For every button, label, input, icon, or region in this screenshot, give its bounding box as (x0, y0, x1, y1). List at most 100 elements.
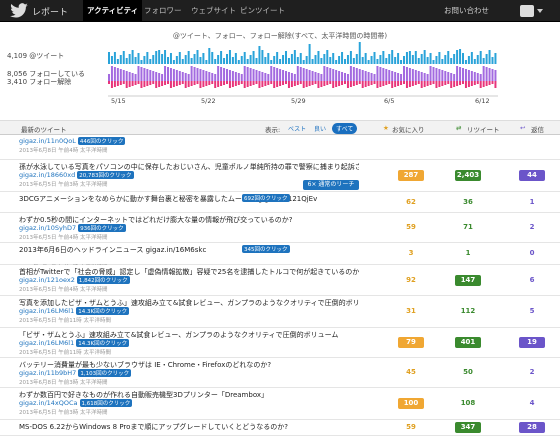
x-tick-label: 6/5 (384, 97, 395, 105)
unfollow-bar (143, 81, 146, 87)
table-row[interactable]: 「ビザ・ザムとうふ」速攻組み立て&試食レビュー、ガンプラのようなクオリティで圧倒… (0, 328, 560, 358)
table-row[interactable]: gigaz.in/11n0QoL 446回のクリック 2013年6月8日 午前4時 … (0, 135, 560, 160)
follow-bar (293, 74, 296, 81)
retweets-column-header[interactable]: リツイート (467, 124, 500, 134)
unfollow-bar (453, 81, 456, 87)
mention-bar (494, 53, 497, 64)
replies-column-header[interactable]: 返信 (531, 124, 544, 134)
retweets-count: 147 (455, 275, 481, 286)
table-row[interactable]: 孫が水泳している写真をパソコンの中に保存したおじいさん、児童ポルノ単純所持の罪で… (0, 160, 560, 192)
follow-bar (311, 71, 314, 81)
short-url[interactable]: gigaz.in/11b9bH7 (19, 369, 76, 377)
follow-bar (143, 68, 146, 81)
follow-bar (388, 70, 391, 81)
follow-bar (482, 66, 485, 81)
unfollow-bar (329, 81, 332, 84)
user-avatar-icon[interactable] (520, 5, 534, 17)
mention-bar (349, 51, 352, 64)
follow-bar (276, 68, 279, 81)
mention-bar (317, 51, 320, 64)
mention-bar (467, 56, 470, 64)
short-url[interactable]: gigaz.in/10SyhD7 (19, 224, 76, 232)
short-url[interactable]: gigaz.in/121oex2 (19, 276, 75, 284)
tweet-link[interactable]: gigaz.in/11n0QoL 446回のクリック (19, 137, 126, 145)
unfollow-bar (349, 81, 352, 87)
mention-bar (429, 53, 432, 64)
tweet-link[interactable]: gigaz.in/14xQOCa 1,618回のクリック (19, 399, 133, 407)
tab-website[interactable]: ウェブサイト (187, 0, 240, 22)
filter-good-button[interactable]: 良い (310, 123, 330, 134)
mention-bar (408, 51, 411, 64)
mention-bar (258, 46, 261, 64)
tweet-link[interactable]: gigaz.in/16LM6l1 14.3K回のクリック (19, 339, 130, 347)
unfollow-bar (376, 81, 379, 88)
follow-bar (420, 72, 423, 81)
mention-bar (113, 52, 116, 64)
mention-bar (199, 57, 202, 64)
table-row[interactable]: わずか数百円で好きなものが作れる自動販売機型3Dプリンター「Dreambox」 g… (0, 388, 560, 420)
tweet-link[interactable]: 692回のクリック (240, 194, 290, 202)
mention-bar (243, 52, 246, 64)
follow-bar (161, 74, 164, 81)
tweet-timestamp: 2013年6月5日 午前3時 太平洋時間 (19, 410, 108, 416)
mention-bar (391, 50, 394, 64)
replies-count: 19 (519, 337, 545, 348)
table-row[interactable]: わずか0.5秒の間にインターネットではどれだけ膨大な量の情報が飛び交っているのか… (0, 213, 560, 243)
unfollow-bar (237, 81, 240, 85)
mention-bar (228, 50, 231, 64)
favorites-count: 92 (406, 276, 416, 284)
mention-bar (314, 55, 317, 64)
table-row[interactable]: 首相がTwitterで「社会の脅威」認定し「虚偽情報拡散」容疑で25名を逮捕した… (0, 265, 560, 296)
tweet-link[interactable]: gigaz.in/10SyhD7 936回のクリック (19, 224, 126, 232)
short-url[interactable]: gigaz.in/14xQOCa (19, 399, 78, 407)
favorites-column-header[interactable]: お気に入り (392, 124, 425, 134)
table-row[interactable]: MS-DOS 6.22からWindows 8 Proまで順にアップグレードしてい… (0, 420, 560, 436)
mention-bar (193, 54, 196, 64)
follow-bar (110, 66, 113, 81)
table-row[interactable]: 2013年6月6日のヘッドラインニュース gigaz.in/16M6skc 345… (0, 243, 560, 271)
follow-bar (214, 74, 217, 81)
unfollow-bar (223, 81, 226, 85)
unfollow-bar (258, 81, 261, 88)
short-url[interactable]: gigaz.in/16LM6l1 (19, 307, 74, 315)
filter-best-button[interactable]: ベスト (284, 123, 310, 134)
mention-bar (181, 59, 184, 64)
tweet-link[interactable]: gigaz.in/11b9bH7 1,103回のクリック (19, 369, 132, 377)
follow-bar (400, 74, 403, 81)
short-url[interactable]: gigaz.in/18660xd (19, 171, 75, 179)
mention-bar (172, 60, 175, 64)
unfollow-bar (167, 81, 169, 84)
mention-bar (169, 53, 172, 64)
table-row[interactable]: バッテリー消費量が最も少ないブラウザは IE・Chrome・Firefoxのどれ… (0, 358, 560, 388)
tweet-link[interactable]: gigaz.in/16LM6l1 14.3K回のクリック (19, 307, 130, 315)
mention-bar (405, 52, 408, 64)
table-row[interactable]: 3DCGアニメーションをなめらかに動かす舞台裏と秘密を暴露したムービー giga… (0, 192, 560, 220)
tweet-link[interactable]: gigaz.in/18660xd 20,783回のクリック (19, 171, 134, 179)
twitter-bird-icon[interactable] (8, 3, 30, 19)
tweet-link[interactable]: 345回のクリック (240, 245, 290, 253)
short-url[interactable]: gigaz.in/16LM6l1 (19, 339, 74, 347)
chevron-down-icon[interactable] (537, 9, 543, 13)
filter-all-button[interactable]: すべて (332, 123, 358, 134)
follow-bar (352, 67, 355, 81)
tweet-link[interactable]: gigaz.in/121oex2 1,842回のクリック (19, 276, 130, 284)
table-row[interactable]: 写真を添加したビザ・ザムとうふ」速攻組み立て&試食レビュー、ガンプラのようなクオ… (0, 296, 560, 328)
follow-bar (317, 73, 320, 81)
follow-bar (488, 68, 491, 81)
follow-bar (175, 70, 178, 81)
unfollow-bar (302, 81, 305, 88)
follow-bar (249, 68, 252, 81)
tab-followers[interactable]: フォロワー (140, 0, 186, 22)
short-url[interactable]: gigaz.in/11n0QoL (19, 137, 76, 145)
inquiry-link[interactable]: お問い合わせ (444, 5, 489, 16)
unfollow-bar (388, 81, 391, 84)
mention-bar (394, 57, 397, 64)
mention-bar (341, 52, 344, 64)
tab-activity[interactable]: アクティビティ (83, 0, 143, 22)
x-tick-label: 5/29 (291, 97, 306, 105)
unfollow-bar (462, 81, 464, 84)
unfollow-bar (417, 81, 420, 84)
follow-bar (167, 67, 169, 81)
tab-pin-tweet[interactable]: ピンツイート (236, 0, 289, 22)
mention-bar (175, 56, 178, 64)
